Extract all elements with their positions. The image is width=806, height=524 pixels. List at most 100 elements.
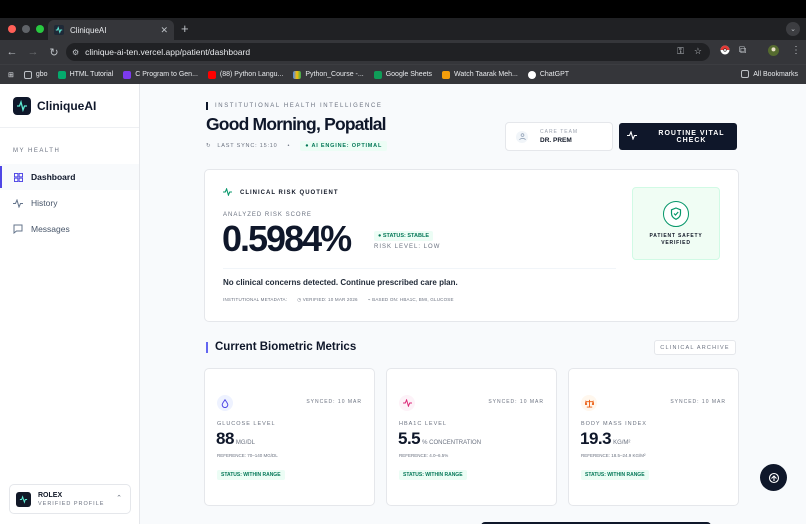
extensions-puzzle-icon[interactable]: ⧉ <box>739 45 746 56</box>
metric-synced: SYNCED: 10 MAR <box>306 399 362 405</box>
metric-label: BODY MASS INDEX <box>581 421 647 427</box>
status-badge: STATUS: WITHIN RANGE <box>217 470 285 480</box>
site-info-icon[interactable]: ⚙ <box>72 48 79 57</box>
patient-safety-panel: PATIENT SAFETY VERIFIED <box>632 187 720 260</box>
risk-level: RISK LEVEL: LOW <box>374 244 441 250</box>
verified-date: VERIFIED: 10 MAR 2026 <box>302 297 358 302</box>
forward-icon[interactable]: → <box>24 46 42 58</box>
sidebar-item-dashboard[interactable]: Dashboard <box>0 164 139 190</box>
section-title: Current Biometric Metrics <box>206 341 356 353</box>
safety-text: PATIENT SAFETY VERIFIED <box>649 232 703 246</box>
status-badge: ● STATUS: STABLE <box>374 231 433 241</box>
metadata-label: INSTITUTIONAL METADATA: <box>223 297 288 302</box>
metric-synced: SYNCED: 10 MAR <box>670 399 726 405</box>
extension-pokeball-icon[interactable] <box>720 45 730 58</box>
site-favicon-icon <box>123 70 132 79</box>
close-window-button[interactable] <box>8 25 16 33</box>
browser-tab[interactable]: CliniqueAI ✕ <box>48 20 174 40</box>
bookmark-star-icon[interactable]: ☆ <box>694 46 702 57</box>
risk-quotient-card: CLINICAL RISK QUOTIENT ANALYZED RISK SCO… <box>204 169 739 322</box>
chevron-up-icon[interactable]: ⌃ <box>116 494 122 502</box>
sync-status: ↻ LAST SYNC: 15:10 • ● AI ENGINE: OPTIMA… <box>206 141 388 151</box>
sidebar-heading: MY HEALTH <box>13 148 61 154</box>
apps-grid-icon[interactable]: ⊞ <box>8 71 14 79</box>
bookmark-watch-taarak[interactable]: Watch Taarak Meh... <box>442 70 518 79</box>
site-favicon-icon <box>442 70 451 79</box>
care-team-name: DR. PREM <box>540 137 572 144</box>
browser-menu-icon[interactable]: ⋮ <box>791 45 801 56</box>
metric-unit: KG/M² <box>613 440 631 446</box>
metric-unit: % CONCENTRATION <box>422 440 482 446</box>
bookmark-python-course[interactable]: Python_Course -... <box>293 70 364 79</box>
tab-title: CliniqueAI <box>70 25 107 35</box>
separator-dot: • <box>287 143 291 149</box>
risk-metadata: INSTITUTIONAL METADATA: ◷ VERIFIED: 10 M… <box>223 297 454 303</box>
sidebar-item-history[interactable]: History <box>0 190 139 216</box>
all-bookmarks[interactable]: All Bookmarks <box>741 70 798 78</box>
activity-icon <box>13 198 23 208</box>
profile-avatar-icon[interactable] <box>768 45 779 59</box>
bookmark-c-program[interactable]: C Program to Gen... <box>123 70 198 79</box>
metric-synced: SYNCED: 10 MAR <box>488 399 544 405</box>
tab-close-icon[interactable]: ✕ <box>160 25 168 36</box>
routine-button-label: ROUTINE VITAL CHECK <box>658 129 725 144</box>
user-icon <box>516 130 528 143</box>
metric-card-hba1c[interactable]: SYNCED: 10 MAR HBA1C LEVEL 5.5 % CONCENT… <box>386 368 557 506</box>
metric-value: 88 <box>216 429 234 448</box>
status-badge: STATUS: WITHIN RANGE <box>399 470 467 480</box>
maximize-window-button[interactable] <box>36 25 44 33</box>
password-key-icon[interactable]: ⚿ <box>677 46 684 57</box>
droplet-icon <box>217 395 233 411</box>
bookmark-chatgpt[interactable]: ChatGPT <box>527 70 569 79</box>
engine-status-badge: ● AI ENGINE: OPTIMAL <box>300 141 388 151</box>
metric-card-glucose[interactable]: SYNCED: 10 MAR GLUCOSE LEVEL 88 MG/DL RE… <box>204 368 375 506</box>
tab-search-icon[interactable]: ⌄ <box>786 22 800 36</box>
google-drive-icon <box>293 70 302 79</box>
activity-icon <box>399 395 415 411</box>
w3schools-icon <box>57 70 66 79</box>
bookmarks-bar: ⊞ gbo HTML Tutorial C Program to Gen... … <box>0 64 806 84</box>
routine-vital-check-button[interactable]: ROUTINE VITAL CHECK <box>619 123 737 150</box>
last-sync-text: LAST SYNC: 15:10 <box>217 143 278 149</box>
sidebar-nav: Dashboard History Messages <box>0 164 139 242</box>
address-bar[interactable]: ⚙ clinique-ai-ten.vercel.app/patient/das… <box>66 43 710 61</box>
metric-label: GLUCOSE LEVEL <box>217 421 276 427</box>
sidebar: CliniqueAI MY HEALTH Dashboard History M <box>0 84 140 524</box>
bookmark-google-sheets[interactable]: Google Sheets <box>373 70 432 79</box>
minimize-window-button[interactable] <box>22 25 30 33</box>
based-on-text: BASED ON: HBA1C, BMI, GLUCOSE <box>372 297 454 302</box>
assistant-fab-button[interactable] <box>760 464 787 491</box>
chatgpt-icon <box>527 70 536 79</box>
risk-message: No clinical concerns detected. Continue … <box>223 278 458 287</box>
bookmark-html-tutorial[interactable]: HTML Tutorial <box>57 70 113 79</box>
care-team-card[interactable]: CARE TEAM DR. PREM <box>505 122 613 151</box>
shield-check-icon <box>663 200 689 227</box>
reload-icon[interactable]: ↻ <box>45 46 63 59</box>
folder-icon <box>741 70 750 78</box>
metric-label: HBA1C LEVEL <box>399 421 447 427</box>
sidebar-item-messages[interactable]: Messages <box>0 216 139 242</box>
metric-card-bmi[interactable]: SYNCED: 10 MAR BODY MASS INDEX 19.3 KG/M… <box>568 368 739 506</box>
clinical-archive-button[interactable]: CLINICAL ARCHIVE <box>654 340 736 355</box>
bookmark-python-language[interactable]: (88) Python Langu... <box>207 70 283 79</box>
sidebar-item-label: Messages <box>31 224 70 234</box>
metric-unit: MG/DL <box>235 440 255 446</box>
main-content: INSTITUTIONAL HEALTH INTELLIGENCE Good M… <box>141 84 806 524</box>
new-tab-icon[interactable]: + <box>181 21 189 36</box>
message-icon <box>13 224 23 234</box>
address-url[interactable]: clinique-ai-ten.vercel.app/patient/dashb… <box>85 47 250 57</box>
back-icon[interactable]: ← <box>3 46 21 58</box>
profile-card[interactable]: ROLEX VERIFIED PROFILE ⌃ <box>9 484 131 514</box>
profile-name: ROLEX <box>38 491 63 499</box>
risk-card-title: CLINICAL RISK QUOTIENT <box>240 190 339 196</box>
eyebrow-text: INSTITUTIONAL HEALTH INTELLIGENCE <box>215 103 383 109</box>
metric-reference: REFERENCE: 70–140 MG/DL <box>217 453 278 458</box>
sync-icon: ↻ <box>206 143 212 149</box>
activity-icon <box>223 187 232 198</box>
brand[interactable]: CliniqueAI <box>0 84 139 128</box>
risk-score-value: 0.5984% <box>222 218 352 259</box>
bookmark-gbo[interactable]: gbo <box>23 70 48 79</box>
profile-subtitle: VERIFIED PROFILE <box>38 500 105 507</box>
eyebrow-accent <box>206 102 208 110</box>
app-root: CliniqueAI MY HEALTH Dashboard History M <box>0 84 806 524</box>
